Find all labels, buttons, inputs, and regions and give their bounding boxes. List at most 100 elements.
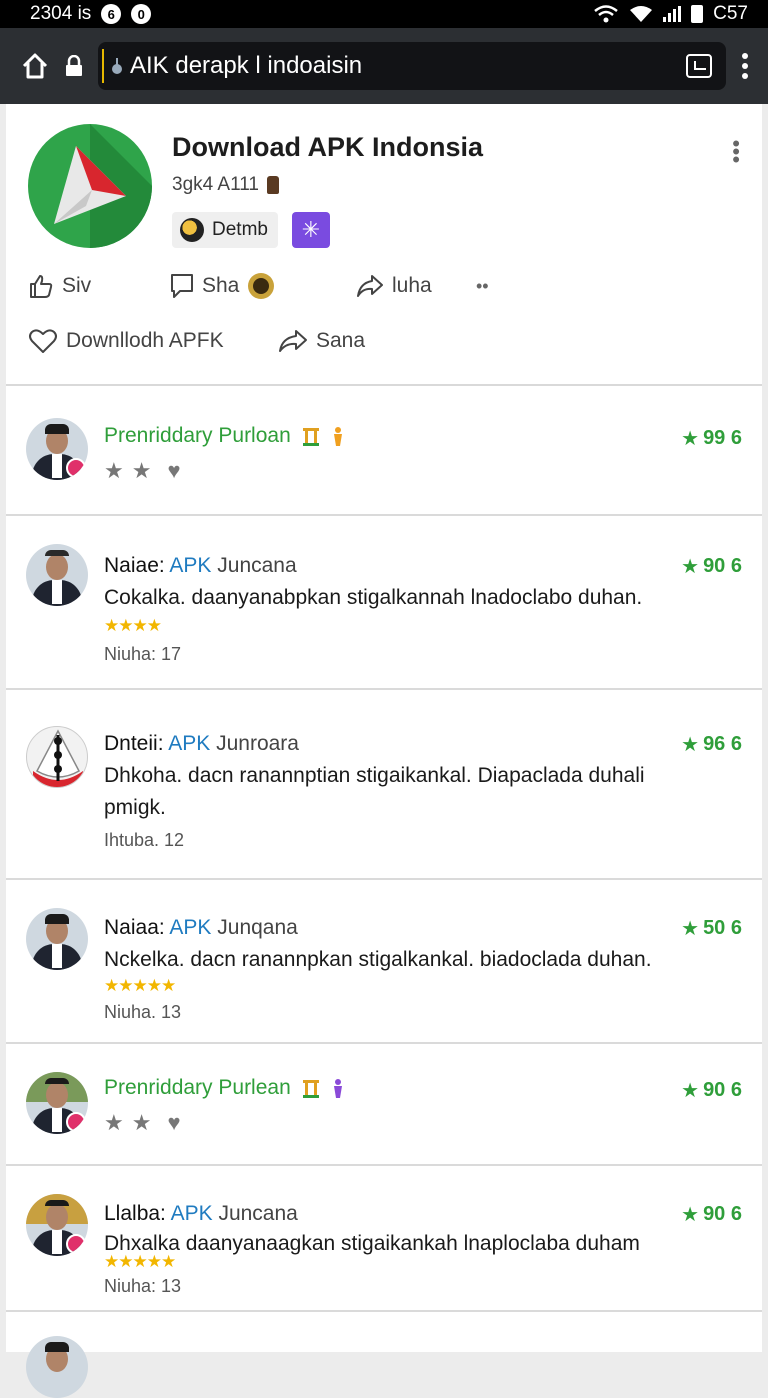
score-value: 90 6 [703, 1079, 742, 1102]
review-meta: Ihtuba. 12 [104, 830, 184, 851]
reviewer-avatar[interactable] [26, 908, 88, 970]
download-apk-label: Downllodh APFK [66, 329, 224, 353]
score-value: 90 6 [703, 1203, 742, 1226]
heart-icon[interactable]: ♥ [167, 1110, 180, 1136]
score-value: 50 6 [703, 917, 742, 940]
star-icon[interactable]: ★ [132, 458, 152, 484]
notification-icon-b: 0 [131, 4, 151, 24]
review-meta: Niuha: 17 [104, 644, 181, 665]
score-value: 99 6 [703, 427, 742, 450]
battery-icon [691, 5, 703, 23]
review-score: ★90 6 [681, 554, 742, 579]
tab-switcher-icon[interactable] [686, 54, 712, 78]
review-item[interactable]: Prenriddary Purloan ★99 6 ★ ★ ♥ [6, 386, 762, 516]
gate-icon [303, 1078, 319, 1098]
comment-label: Sha [202, 274, 239, 298]
star-icon: ★ [681, 916, 699, 941]
review-score: ★50 6 [681, 916, 742, 941]
review-item-partial[interactable] [6, 1312, 762, 1352]
reviewer-avatar[interactable] [26, 1072, 88, 1134]
heart-icon [28, 328, 58, 354]
reviewer-name[interactable]: Prenriddary Purlean [104, 1076, 346, 1100]
wifi-icon [593, 5, 619, 23]
reviewer-avatar[interactable] [26, 726, 88, 788]
share-icon [278, 329, 308, 353]
save-button[interactable]: Sana [278, 329, 365, 353]
share-button[interactable]: luha [356, 274, 476, 298]
like-button[interactable]: Siv [28, 273, 170, 299]
review-reactions: ★ ★ ♥ [104, 1110, 181, 1136]
star-icon[interactable]: ★ [132, 1110, 152, 1136]
medal-icon [247, 272, 275, 300]
reviewer-name[interactable]: Llalba: APK Juncana [104, 1202, 298, 1226]
review-item[interactable]: Naiaa: APK Junqana ★50 6 Nckelka. dacn r… [6, 880, 762, 1044]
review-score: ★99 6 [681, 426, 742, 451]
star-icon[interactable]: ★ [104, 458, 124, 484]
star-rating: ★★★★★ [104, 1252, 175, 1272]
more-dots-icon[interactable]: •• [476, 276, 489, 297]
reviewer-avatar[interactable] [26, 1194, 88, 1256]
like-label: Siv [62, 274, 91, 298]
category-chip[interactable]: Detmb [172, 212, 278, 248]
app-subtitle-text: 3gk4 A111 [172, 174, 259, 196]
download-apk-button[interactable]: Downllodh APFK [28, 328, 278, 354]
thumbs-up-icon [28, 273, 54, 299]
review-reactions: ★ ★ ♥ [104, 458, 181, 484]
chip-label: Detmb [212, 219, 268, 241]
status-time: 2304 is [30, 3, 91, 25]
wifi-icon-2 [629, 5, 653, 23]
score-value: 96 6 [703, 733, 742, 756]
signal-icon [663, 6, 681, 22]
site-info-icon [110, 56, 124, 76]
app-subtitle: 3gk4 A111 [172, 174, 279, 196]
reviewer-name[interactable]: Dnteii: APK Junroara [104, 732, 299, 756]
reviewer-name[interactable]: Prenriddary Purloan [104, 424, 346, 448]
reviewer-avatar[interactable] [26, 544, 88, 606]
browser-toolbar: AIK derapk l indoaisin [0, 28, 768, 104]
status-bar: 2304 is 6 0 C57 [0, 0, 768, 28]
star-rating: ★★★★ [104, 616, 161, 636]
bottle-icon [267, 176, 279, 194]
star-icon: ★ [681, 732, 699, 757]
app-title: Download APK Indonsia [172, 132, 483, 163]
share-label: luha [392, 274, 432, 298]
browser-menu-icon[interactable] [740, 51, 750, 81]
reviewer-avatar[interactable] [26, 418, 88, 480]
chip-avatar-icon [180, 218, 204, 242]
app-logo [28, 124, 152, 248]
review-item[interactable]: Prenriddary Purlean ★ 90 6 ★ ★ ♥ [6, 1044, 762, 1166]
review-item[interactable]: Naiae: APK Juncana ★90 6 Cokalka. daanya… [6, 516, 762, 690]
review-item[interactable]: Llalba: APK Juncana ★90 6 Dhxalka daanya… [6, 1166, 762, 1312]
url-text[interactable]: AIK derapk l indoaisin [130, 52, 680, 80]
secondary-action-row: Downllodh APFK Sana [28, 328, 365, 354]
review-meta: Niuha. 13 [104, 1002, 181, 1023]
home-icon[interactable] [20, 51, 50, 81]
reviewer-avatar[interactable] [26, 1336, 88, 1398]
score-value: 90 6 [703, 555, 742, 578]
gate-icon [303, 426, 319, 446]
comment-icon [170, 273, 194, 299]
star-icon: ★ [681, 426, 699, 451]
status-left: 2304 is 6 0 [30, 3, 151, 25]
share-arrow-icon [356, 274, 384, 298]
reviewer-name[interactable]: Naiae: APK Juncana [104, 554, 297, 578]
comment-button[interactable]: Sha [170, 272, 356, 300]
lock-icon [64, 55, 84, 77]
star-icon: ★ [681, 554, 699, 579]
sparkle-icon[interactable]: ✳ [292, 212, 330, 248]
review-text: Nckelka. dacn ranannpkan stigalkankal. b… [104, 944, 664, 976]
app-header-card: Download APK Indonsia 3gk4 A111 Detmb ✳ … [6, 104, 762, 386]
address-bar[interactable]: AIK derapk l indoaisin [98, 42, 726, 90]
primary-action-row: Siv Sha luha •• [28, 272, 748, 300]
review-item[interactable]: Dnteii: APK Junroara ★96 6 Dhkoha. dacn … [6, 690, 762, 880]
notification-icon-a: 6 [101, 4, 121, 24]
battery-level: C57 [713, 3, 748, 25]
status-right: C57 [593, 3, 748, 25]
reviewer-name[interactable]: Naiaa: APK Junqana [104, 916, 298, 940]
star-icon[interactable]: ★ [104, 1110, 124, 1136]
more-options-icon[interactable]: ••• [732, 140, 740, 164]
star-rating: ★★★★★ [104, 976, 175, 996]
app-chip-row: Detmb ✳ [172, 212, 330, 248]
person-icon [330, 1078, 346, 1098]
heart-icon[interactable]: ♥ [167, 458, 180, 484]
